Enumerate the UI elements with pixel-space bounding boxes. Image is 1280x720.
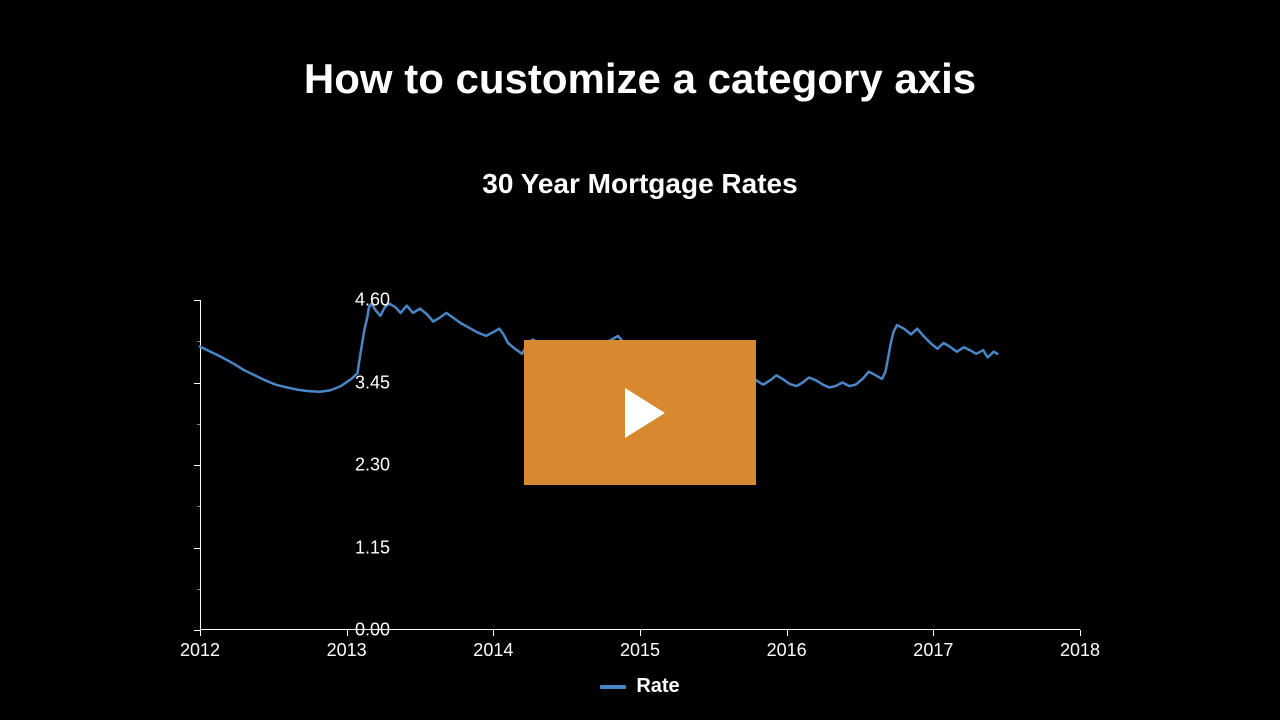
y-axis-label: 4.60	[355, 290, 390, 311]
play-button[interactable]	[524, 340, 756, 485]
legend-label: Rate	[636, 675, 679, 697]
x-tick	[640, 630, 641, 636]
y-tick	[194, 300, 200, 301]
x-axis-label: 2012	[180, 640, 220, 661]
y-tick	[194, 383, 200, 384]
x-tick	[787, 630, 788, 636]
x-axis-label: 2015	[620, 640, 660, 661]
y-tick-minor	[197, 424, 200, 425]
y-tick-minor	[197, 589, 200, 590]
x-axis-label: 2018	[1060, 640, 1100, 661]
y-tick	[194, 465, 200, 466]
x-tick	[933, 630, 934, 636]
y-axis-label: 1.15	[355, 537, 390, 558]
y-tick-minor	[197, 341, 200, 342]
x-axis-label: 2017	[913, 640, 953, 661]
y-axis-label: 3.45	[355, 372, 390, 393]
x-tick	[493, 630, 494, 636]
chart-title: 30 Year Mortgage Rates	[0, 168, 1280, 200]
play-icon	[605, 378, 675, 448]
x-axis-label: 2013	[327, 640, 367, 661]
y-tick-minor	[197, 506, 200, 507]
x-tick	[1080, 630, 1081, 636]
chart-legend: Rate	[0, 675, 1280, 698]
x-axis-label: 2016	[767, 640, 807, 661]
y-tick	[194, 548, 200, 549]
y-axis-label: 2.30	[355, 455, 390, 476]
x-tick	[200, 630, 201, 636]
y-axis-label: 0.00	[355, 620, 390, 641]
x-tick	[347, 630, 348, 636]
page-title: How to customize a category axis	[0, 55, 1280, 103]
x-axis-label: 2014	[473, 640, 513, 661]
legend-swatch	[600, 685, 626, 689]
